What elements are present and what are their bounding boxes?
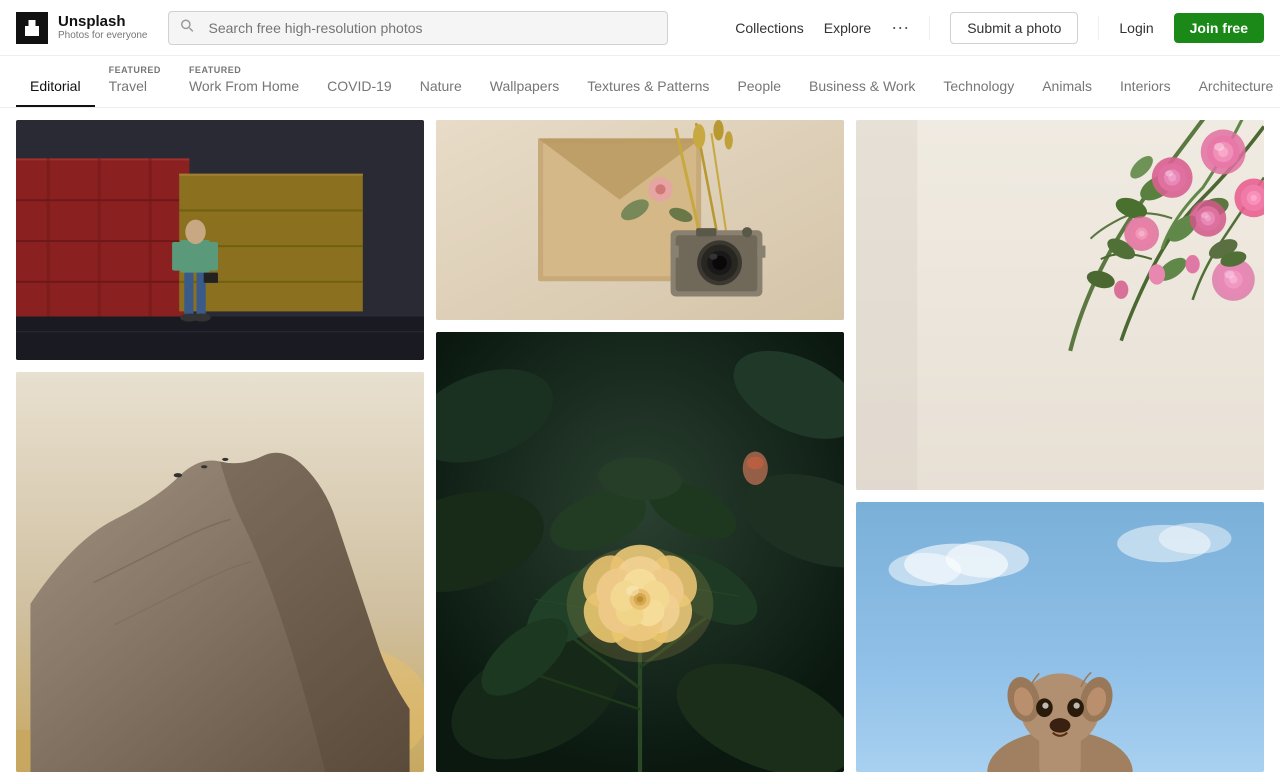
- tab-people[interactable]: People: [723, 56, 795, 107]
- header-nav: Collections Explore ··· Submit a photo L…: [735, 12, 1264, 44]
- photo-dog-blue-sky[interactable]: [856, 502, 1264, 772]
- tab-interiors[interactable]: Interiors: [1106, 56, 1185, 107]
- tab-interiors-label: Interiors: [1120, 77, 1171, 95]
- tab-covid-featured: [327, 66, 392, 75]
- tab-interiors-featured: [1120, 66, 1171, 75]
- tab-arch-label: Architecture: [1199, 77, 1274, 95]
- tab-business-label: Business & Work: [809, 77, 915, 95]
- tab-tech-featured: [943, 66, 1014, 75]
- photo-person-containers[interactable]: [16, 120, 424, 360]
- join-free-button[interactable]: Join free: [1174, 13, 1264, 43]
- photo-camera-flowers[interactable]: [436, 120, 844, 320]
- tab-travel-label: Travel: [109, 77, 161, 95]
- tab-editorial-label: Editorial: [30, 77, 81, 95]
- tab-people-featured: [737, 66, 781, 75]
- tab-covid[interactable]: COVID-19: [313, 56, 406, 107]
- tab-editorial-featured: [30, 66, 81, 75]
- tab-animals-featured: [1042, 66, 1092, 75]
- tab-editorial[interactable]: Editorial: [16, 56, 95, 107]
- tab-nature-featured: [420, 66, 462, 75]
- tab-arch-featured: [1199, 66, 1274, 75]
- tab-business-featured: [809, 66, 915, 75]
- photo-grid: [0, 108, 1280, 772]
- logo-area[interactable]: Unsplash Photos for everyone: [16, 12, 148, 44]
- tab-architecture[interactable]: Architecture: [1185, 56, 1280, 107]
- photo-rose-bush[interactable]: [436, 332, 844, 772]
- logo-icon: [16, 12, 48, 44]
- logo-text: Unsplash Photos for everyone: [58, 14, 148, 42]
- tab-nature[interactable]: Nature: [406, 56, 476, 107]
- search-input[interactable]: [168, 11, 668, 45]
- tab-work-from-home[interactable]: FEATURED Work From Home: [175, 56, 313, 107]
- tab-business[interactable]: Business & Work: [795, 56, 929, 107]
- search-icon: [180, 18, 194, 37]
- divider-1: [929, 16, 930, 40]
- tab-textures-featured: [587, 66, 709, 75]
- tab-wallpapers-label: Wallpapers: [490, 77, 560, 95]
- search-bar: [168, 11, 668, 45]
- tab-wallpapers[interactable]: Wallpapers: [476, 56, 574, 107]
- explore-link[interactable]: Explore: [824, 20, 871, 36]
- photo-column-1: [16, 120, 424, 772]
- logo-name: Unsplash: [58, 14, 148, 31]
- tab-nature-label: Nature: [420, 77, 462, 95]
- tab-tech-label: Technology: [943, 77, 1014, 95]
- more-button[interactable]: ···: [891, 17, 909, 38]
- tab-technology[interactable]: Technology: [929, 56, 1028, 107]
- submit-photo-button[interactable]: Submit a photo: [950, 12, 1078, 44]
- tab-wfh-label: Work From Home: [189, 77, 299, 95]
- tab-covid-label: COVID-19: [327, 77, 392, 95]
- category-tabs: Editorial FEATURED Travel FEATURED Work …: [0, 56, 1280, 108]
- tab-animals[interactable]: Animals: [1028, 56, 1106, 107]
- tab-wfh-featured: FEATURED: [189, 66, 299, 75]
- tab-textures-label: Textures & Patterns: [587, 77, 709, 95]
- divider-2: [1098, 16, 1099, 40]
- logo-tagline: Photos for everyone: [58, 30, 148, 41]
- tab-animals-label: Animals: [1042, 77, 1092, 95]
- tab-people-label: People: [737, 77, 781, 95]
- login-link[interactable]: Login: [1119, 20, 1153, 36]
- tab-wallpapers-featured: [490, 66, 560, 75]
- tab-travel[interactable]: FEATURED Travel: [95, 56, 175, 107]
- tab-textures[interactable]: Textures & Patterns: [573, 56, 723, 107]
- site-header: Unsplash Photos for everyone Collections…: [0, 0, 1280, 56]
- photo-column-2: [436, 120, 844, 772]
- collections-link[interactable]: Collections: [735, 20, 803, 36]
- photo-pink-roses-wall[interactable]: [856, 120, 1264, 490]
- tab-travel-featured: FEATURED: [109, 66, 161, 75]
- photo-rocky-cliff[interactable]: [16, 372, 424, 772]
- photo-column-3: [856, 120, 1264, 772]
